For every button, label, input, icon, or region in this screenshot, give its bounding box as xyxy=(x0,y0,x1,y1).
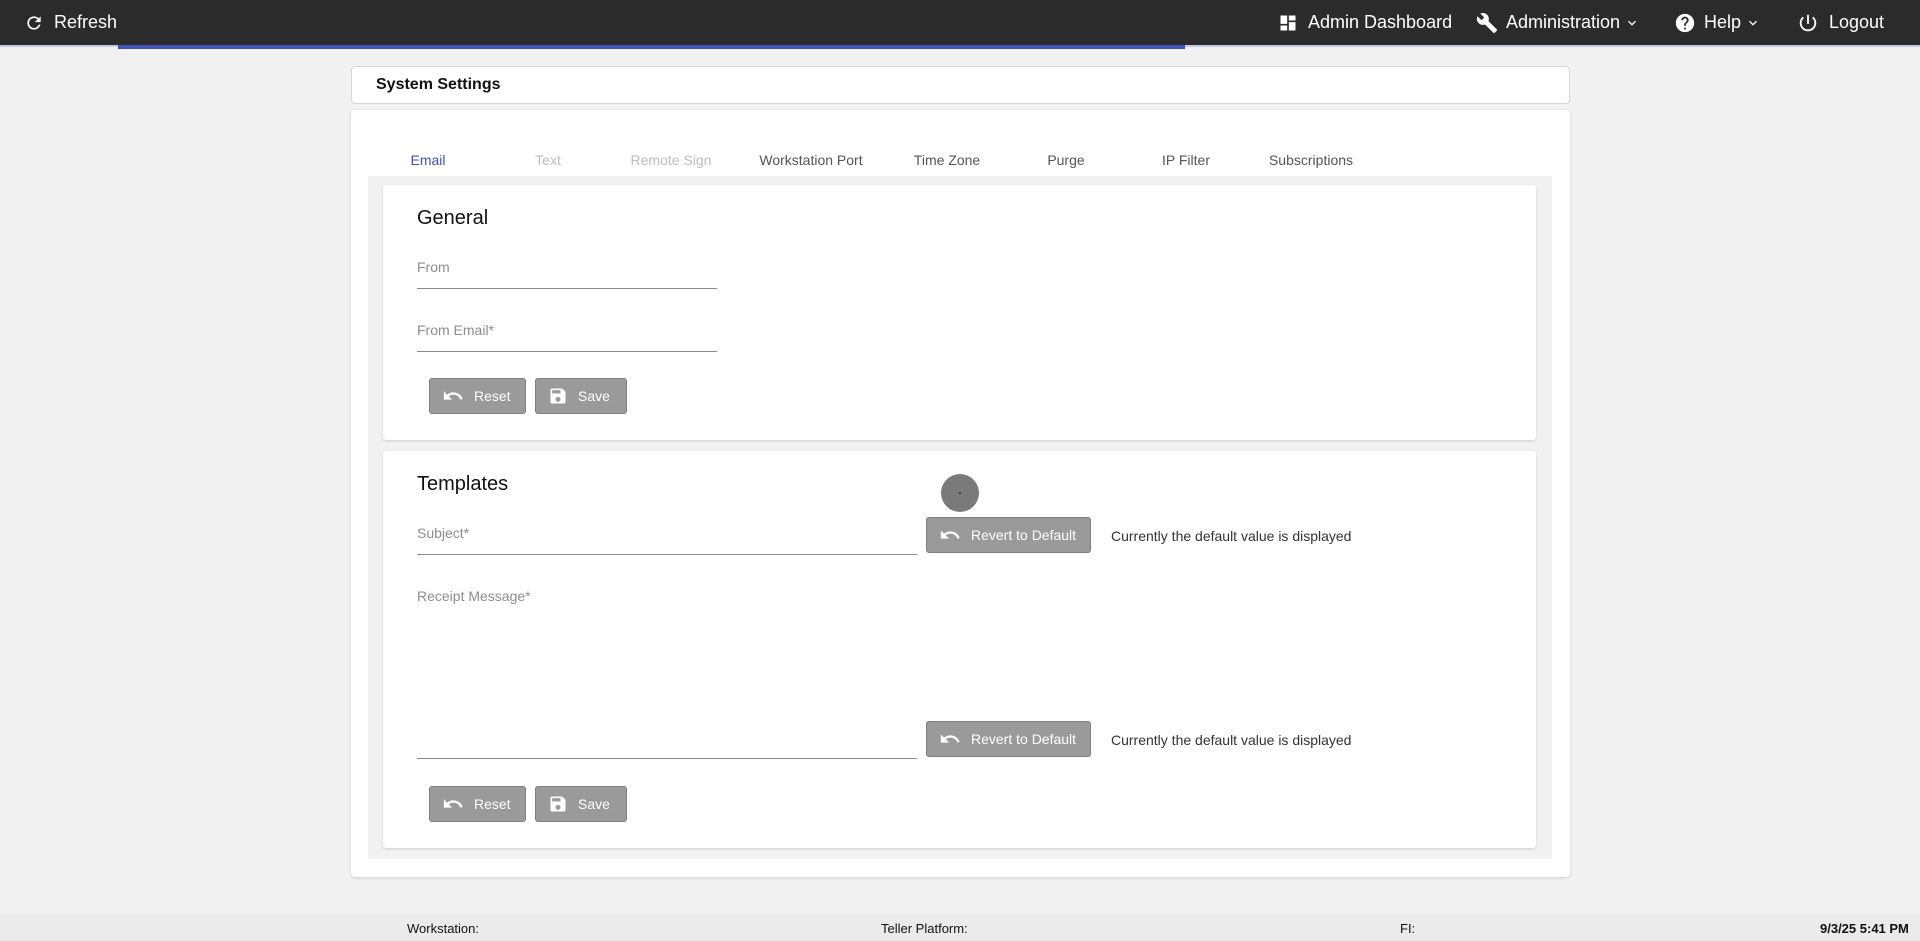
administration-label: Administration xyxy=(1506,12,1621,32)
undo-icon xyxy=(443,799,463,808)
top-app-bar: Refresh Admin Dashboard Administration H… xyxy=(0,0,1920,49)
general-save-button[interactable]: Save xyxy=(535,378,627,414)
undo-icon xyxy=(940,734,960,743)
refresh-icon xyxy=(27,15,41,30)
templates-save-button[interactable]: Save xyxy=(535,786,627,822)
templates-reset-button[interactable]: Reset xyxy=(429,786,526,822)
chevron-down-icon xyxy=(1628,20,1637,26)
chevron-down-icon xyxy=(1749,20,1758,26)
help-menu[interactable]: Help xyxy=(1674,0,1761,45)
datetime-label: 9/3/25 5:41 PM xyxy=(1820,921,1909,936)
general-title: General xyxy=(417,207,489,229)
logout-label: Logout xyxy=(1829,12,1885,32)
teller-platform-label: Teller Platform: xyxy=(881,921,968,936)
click-ripple xyxy=(941,474,979,512)
subject-label: Subject* xyxy=(417,525,470,541)
status-footer: Workstation: Teller Platform: FI: 9/3/25… xyxy=(0,914,1920,941)
general-reset-button[interactable]: Reset xyxy=(429,378,526,414)
refresh-button[interactable]: Refresh xyxy=(24,0,117,45)
from-field[interactable]: From xyxy=(417,259,717,289)
page-title: System Settings xyxy=(376,76,501,93)
refresh-label: Refresh xyxy=(54,12,118,32)
page-header: System Settings xyxy=(351,66,1570,104)
dashboard-icon xyxy=(1280,15,1296,30)
from-email-field[interactable]: From Email* xyxy=(417,322,717,352)
templates-title: Templates xyxy=(417,473,509,495)
loading-bar xyxy=(118,45,1185,49)
workstation-label: Workstation: xyxy=(407,921,480,936)
settings-card: Email Text Remote Sign Workstation Port … xyxy=(351,110,1570,877)
help-label: Help xyxy=(1704,12,1742,32)
subject-default-note: Currently the default value is displayed xyxy=(1111,528,1352,544)
from-email-label: From Email* xyxy=(417,322,495,338)
undo-icon xyxy=(940,530,960,539)
subject-field[interactable]: Subject* xyxy=(417,525,917,555)
receipt-message-label: Receipt Message* xyxy=(417,588,531,604)
receipt-default-note: Currently the default value is displayed xyxy=(1111,732,1352,748)
from-label: From xyxy=(417,259,450,275)
templates-section: Templates Subject* Revert to Default Cur… xyxy=(383,451,1536,848)
help-circle-icon xyxy=(1675,13,1695,32)
save-icon xyxy=(550,388,566,404)
logout-button[interactable]: Logout xyxy=(1797,0,1884,45)
administration-menu[interactable]: Administration xyxy=(1476,0,1640,45)
receipt-message-field[interactable]: Receipt Message* xyxy=(417,588,917,759)
fi-label: FI: xyxy=(1400,921,1416,936)
receipt-revert-button[interactable]: Revert to Default xyxy=(926,721,1091,757)
undo-icon xyxy=(443,391,463,400)
save-icon xyxy=(550,796,566,812)
admin-dashboard-label: Admin Dashboard xyxy=(1308,12,1453,32)
general-section: General From From Email* Reset Save xyxy=(383,185,1536,440)
power-icon xyxy=(1799,14,1817,31)
admin-dashboard-button[interactable]: Admin Dashboard xyxy=(1278,0,1452,45)
wrench-icon xyxy=(1476,12,1498,33)
email-tab-panel: General From From Email* Reset Save Temp… xyxy=(368,176,1552,859)
subject-revert-button[interactable]: Revert to Default xyxy=(926,517,1091,553)
